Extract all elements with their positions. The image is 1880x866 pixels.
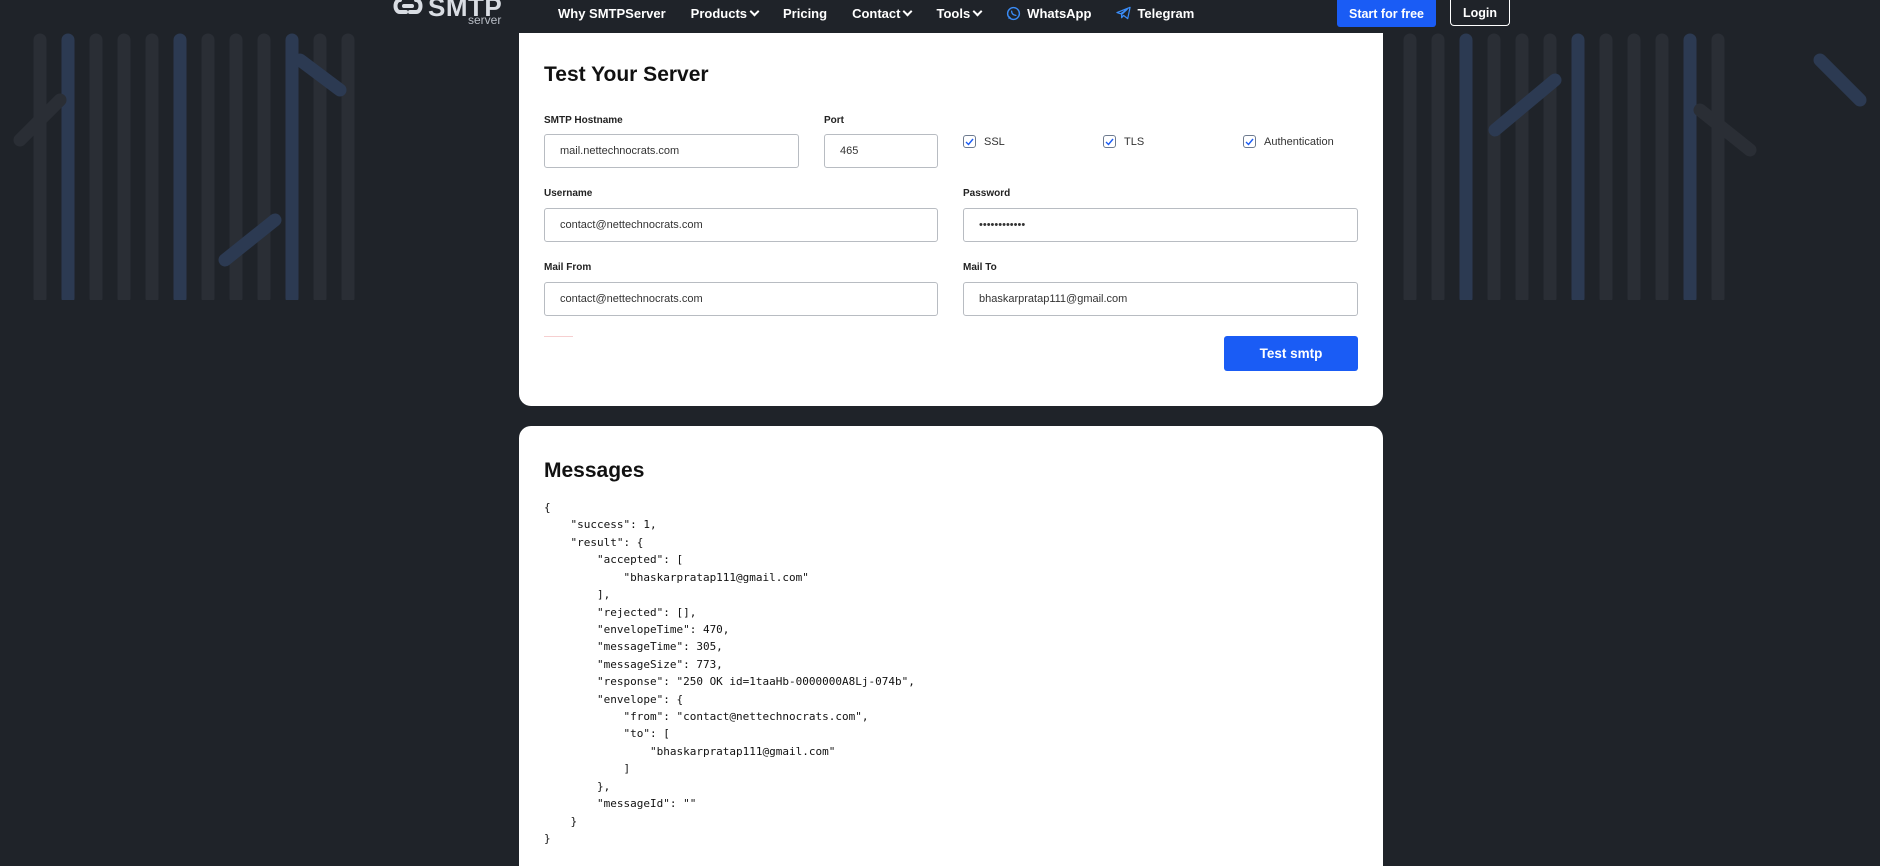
telegram-icon <box>1116 6 1132 20</box>
username-input[interactable] <box>544 208 938 242</box>
response-json: { "success": 1, "result": { "accepted": … <box>544 501 915 846</box>
chevron-down-icon <box>749 6 760 17</box>
login-button[interactable]: Login <box>1450 0 1510 26</box>
hostname-input[interactable] <box>544 134 799 168</box>
port-label: Port <box>824 115 844 126</box>
authentication-label: Authentication <box>1264 135 1334 148</box>
authentication-checkbox[interactable]: Authentication <box>1243 135 1334 148</box>
hostname-label: SMTP Hostname <box>544 115 623 126</box>
nav-pricing[interactable]: Pricing <box>783 6 827 21</box>
checkbox-checked-icon <box>963 135 976 148</box>
tls-checkbox[interactable]: TLS <box>1103 135 1144 148</box>
chevron-down-icon <box>903 6 913 17</box>
page-title: Test Your Server <box>544 63 709 86</box>
mail-to-label: Mail To <box>963 262 997 273</box>
logo-subtext: server <box>468 13 502 27</box>
password-input[interactable] <box>963 208 1358 242</box>
nav-whatsapp[interactable]: WhatsApp <box>1006 6 1091 21</box>
logo[interactable]: SMTP server <box>392 0 502 28</box>
username-label: Username <box>544 188 593 199</box>
messages-title: Messages <box>544 459 645 482</box>
tls-label: TLS <box>1124 135 1145 148</box>
messages-card: Messages { "success": 1, "result": { "ac… <box>519 426 1383 866</box>
divider <box>544 336 573 337</box>
ssl-checkbox[interactable]: SSL <box>963 135 1005 148</box>
main-menu: Why SMTPServer Products Pricing Contact … <box>558 0 1219 26</box>
mail-to-input[interactable] <box>963 282 1358 316</box>
nav-contact[interactable]: Contact <box>852 6 913 21</box>
mail-from-label: Mail From <box>544 262 592 273</box>
nav-products[interactable]: Products <box>691 6 760 21</box>
test-server-card: Test Your Server SMTP Hostname Port SSL … <box>519 33 1383 406</box>
top-navbar: SMTP server Why SMTPServer Products Pric… <box>0 0 1880 32</box>
logo-icon <box>393 0 423 14</box>
ssl-label: SSL <box>984 135 1005 148</box>
whatsapp-icon <box>1006 6 1021 21</box>
test-smtp-button[interactable]: Test smtp <box>1224 336 1358 371</box>
checkbox-checked-icon <box>1243 135 1256 148</box>
chevron-down-icon <box>972 6 983 17</box>
start-for-free-button[interactable]: Start for free <box>1337 0 1436 27</box>
password-label: Password <box>963 188 1011 199</box>
nav-tools[interactable]: Tools <box>936 6 983 21</box>
nav-telegram[interactable]: Telegram <box>1116 6 1194 21</box>
mail-from-input[interactable] <box>544 282 938 316</box>
nav-why-smtpserver[interactable]: Why SMTPServer <box>558 6 666 21</box>
port-input[interactable] <box>824 134 938 168</box>
checkbox-checked-icon <box>1103 135 1116 148</box>
